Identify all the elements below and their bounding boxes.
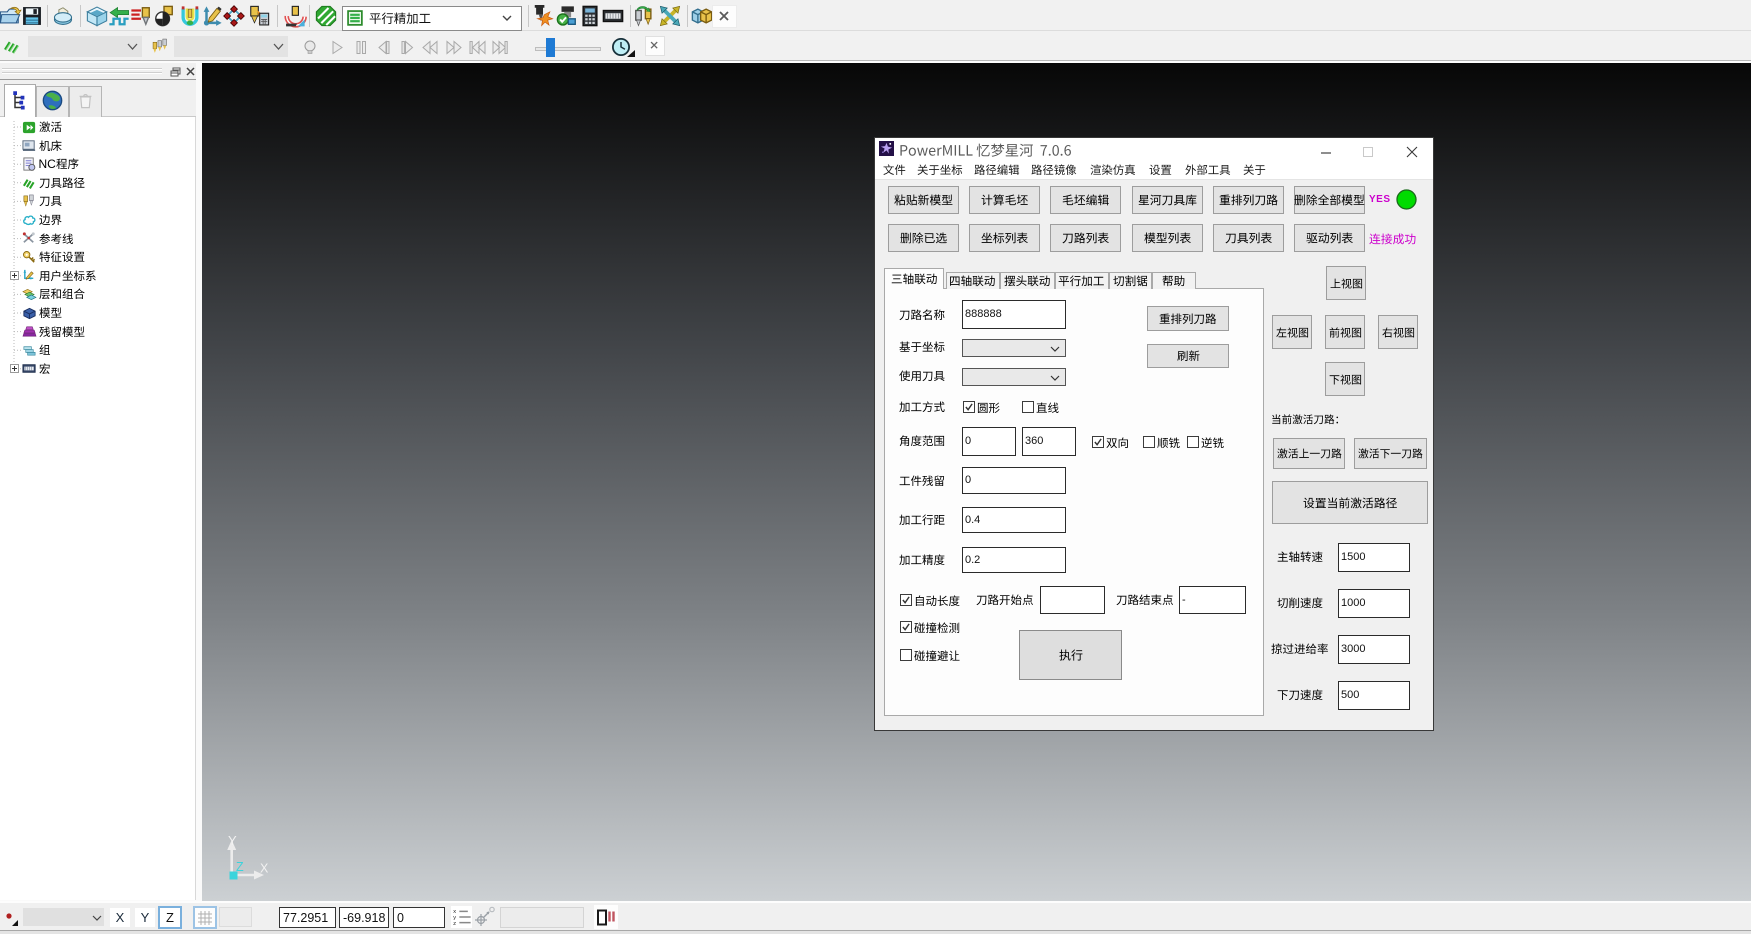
- svg-text:Y: Y: [228, 833, 237, 848]
- svg-text:X: X: [260, 862, 269, 876]
